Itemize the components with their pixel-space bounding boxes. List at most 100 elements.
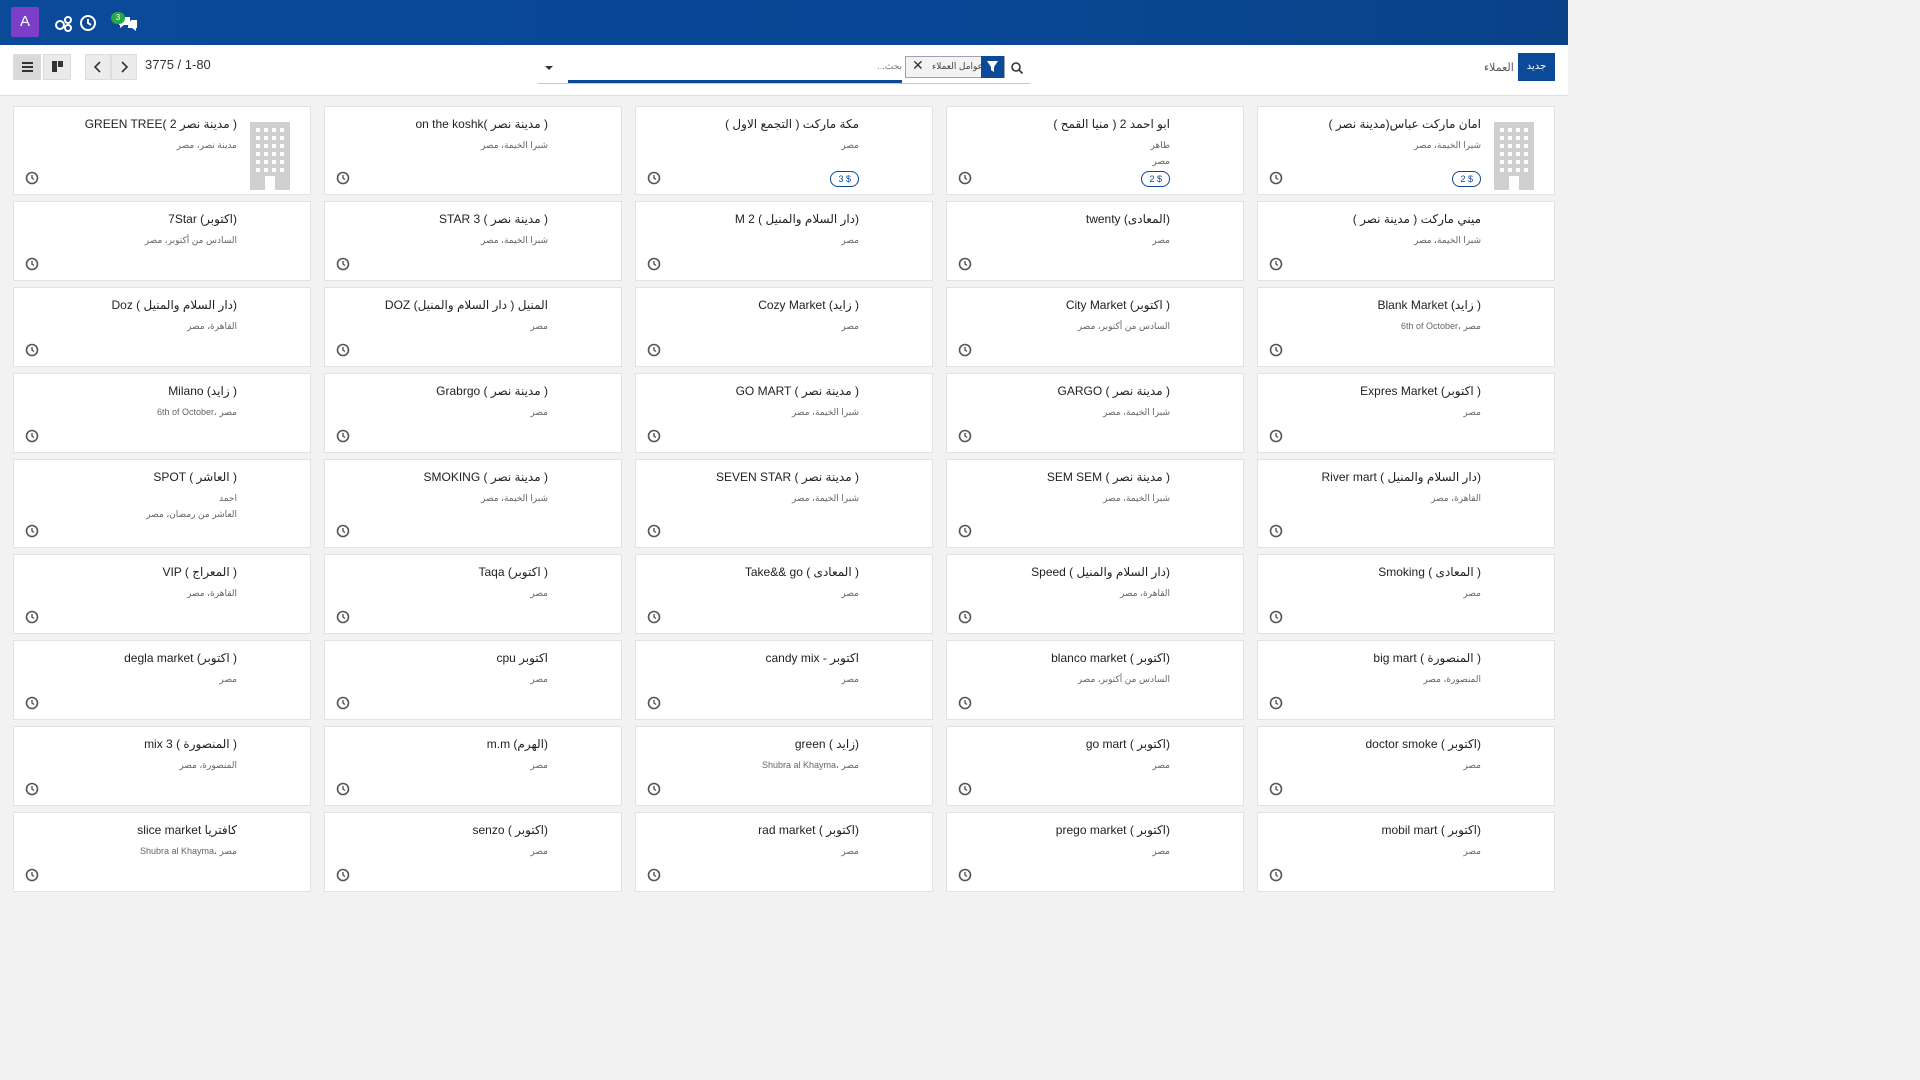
- customer-name[interactable]: mobil mart ( اكتوبر): [1381, 823, 1481, 837]
- kanban-card[interactable]: GO MART ( مدينة نصر ) شبرا الخيمة، مصر: [635, 373, 933, 453]
- activity-clock-icon[interactable]: [958, 429, 972, 443]
- customer-name[interactable]: candy mix - اكتوبر: [765, 651, 859, 665]
- activity-clock-icon[interactable]: [1269, 429, 1283, 443]
- customer-name[interactable]: twenty (المعادى): [1086, 212, 1170, 226]
- customer-name[interactable]: go mart ( اكتوبر): [1086, 737, 1170, 751]
- activity-clock-icon[interactable]: [1269, 868, 1283, 882]
- customer-name[interactable]: STAR 3 ( مدينة نصر ): [439, 212, 548, 226]
- activity-clock-icon[interactable]: [958, 257, 972, 271]
- activity-clock-icon[interactable]: [647, 343, 661, 357]
- kanban-card[interactable]: GARGO ( مدينة نصر ) شبرا الخيمة، مصر: [946, 373, 1244, 453]
- clock-icon[interactable]: [77, 12, 99, 34]
- kanban-card[interactable]: doctor smoke ( اكتوبر) مصر: [1257, 726, 1555, 806]
- customer-name[interactable]: DOZ المنيل ( دار السلام والمنيل): [385, 298, 548, 312]
- activity-clock-icon[interactable]: [958, 171, 972, 185]
- activity-clock-icon[interactable]: [25, 610, 39, 624]
- customer-name[interactable]: Milano (زايد ): [168, 384, 237, 398]
- kanban-card[interactable]: green ( زايد) Shubra al Khayma، مصر: [635, 726, 933, 806]
- caret-down-icon[interactable]: [543, 63, 555, 73]
- customer-name[interactable]: blanco market ( اكتوبر): [1051, 651, 1170, 665]
- activity-clock-icon[interactable]: [336, 257, 350, 271]
- kanban-card[interactable]: on the koshk( مدينة نصر ) شبرا الخيمة، مص…: [324, 106, 622, 195]
- activity-clock-icon[interactable]: [647, 429, 661, 443]
- activity-clock-icon[interactable]: [958, 782, 972, 796]
- activity-clock-icon[interactable]: [958, 343, 972, 357]
- previous-page-button[interactable]: [85, 54, 111, 80]
- activity-clock-icon[interactable]: [336, 171, 350, 185]
- kanban-card[interactable]: SMOKING ( مدينة نصر ) شبرا الخيمة، مصر: [324, 459, 622, 548]
- kanban-card[interactable]: Milano (زايد ) 6th of October، مصر: [13, 373, 311, 453]
- customer-name[interactable]: M 2 ( دار السلام والمنيل): [735, 212, 859, 226]
- activity-clock-icon[interactable]: [1269, 696, 1283, 710]
- activity-clock-icon[interactable]: [647, 524, 661, 538]
- kanban-card[interactable]: SPOT ( العاشر ) احمد العاشر من رمضان، مصر: [13, 459, 311, 548]
- customer-name[interactable]: SEVEN STAR ( مدينة نصر ): [716, 470, 859, 484]
- kanban-card[interactable]: River mart ( دار السلام والمنيل) القاهرة،…: [1257, 459, 1555, 548]
- kanban-view-button[interactable]: [43, 54, 71, 80]
- customer-name[interactable]: doctor smoke ( اكتوبر): [1365, 737, 1481, 751]
- kanban-card[interactable]: blanco market ( اكتوبر) السادس من أكتوبر،…: [946, 640, 1244, 720]
- kanban-card[interactable]: Doz ( دار السلام والمنيل) القاهرة، مصر: [13, 287, 311, 367]
- kanban-card[interactable]: candy mix - اكتوبر مصر: [635, 640, 933, 720]
- activity-clock-icon[interactable]: [958, 868, 972, 882]
- customer-name[interactable]: prego market ( اكتوبر): [1056, 823, 1170, 837]
- kanban-card[interactable]: DOZ المنيل ( دار السلام والمنيل) مصر: [324, 287, 622, 367]
- customer-name[interactable]: SMOKING ( مدينة نصر ): [423, 470, 548, 484]
- kanban-card[interactable]: go mart ( اكتوبر) مصر: [946, 726, 1244, 806]
- kanban-card[interactable]: GREEN TREE( 2 مدينة نصر ) مدينة نصر، مصر: [13, 106, 311, 195]
- kanban-card[interactable]: m.m (الهرم) مصر: [324, 726, 622, 806]
- customer-name[interactable]: مكة ماركت ( التجمع الاول ): [725, 117, 859, 131]
- activity-clock-icon[interactable]: [336, 524, 350, 538]
- customer-name[interactable]: City Market (اكتوبر ): [1066, 298, 1170, 312]
- activity-clock-icon[interactable]: [25, 343, 39, 357]
- activity-clock-icon[interactable]: [25, 429, 39, 443]
- customer-name[interactable]: SEM SEM ( مدينة نصر ): [1047, 470, 1170, 484]
- activity-clock-icon[interactable]: [1269, 171, 1283, 185]
- kanban-card[interactable]: Grabrgo ( مدينة نصر ) مصر: [324, 373, 622, 453]
- new-button[interactable]: جديد: [1518, 53, 1555, 81]
- activity-clock-icon[interactable]: [958, 524, 972, 538]
- customer-name[interactable]: VIP ( المعراج ): [162, 565, 237, 579]
- activity-clock-icon[interactable]: [647, 257, 661, 271]
- activity-clock-icon[interactable]: [647, 610, 661, 624]
- activity-clock-icon[interactable]: [336, 610, 350, 624]
- customer-name[interactable]: Doz ( دار السلام والمنيل): [112, 298, 238, 312]
- kanban-card[interactable]: SEM SEM ( مدينة نصر ) شبرا الخيمة، مصر: [946, 459, 1244, 548]
- kanban-card[interactable]: degla market (اكتوبر ) مصر: [13, 640, 311, 720]
- activity-clock-icon[interactable]: [1269, 782, 1283, 796]
- activity-clock-icon[interactable]: [647, 868, 661, 882]
- activity-clock-icon[interactable]: [1269, 343, 1283, 357]
- customer-name[interactable]: SPOT ( العاشر ): [153, 470, 237, 484]
- activity-clock-icon[interactable]: [1269, 257, 1283, 271]
- customer-name[interactable]: ابو احمد 2 ( منيا القمح ): [1053, 117, 1170, 131]
- kanban-card[interactable]: مكة ماركت ( التجمع الاول ) مصر 3 $: [635, 106, 933, 195]
- activity-clock-icon[interactable]: [1269, 610, 1283, 624]
- kanban-card[interactable]: VIP ( المعراج ) القاهرة، مصر: [13, 554, 311, 634]
- kanban-card[interactable]: mobil mart ( اكتوبر) مصر: [1257, 812, 1555, 892]
- activity-clock-icon[interactable]: [647, 696, 661, 710]
- activity-clock-icon[interactable]: [647, 782, 661, 796]
- kanban-card[interactable]: SEVEN STAR ( مدينة نصر ) شبرا الخيمة، مصر: [635, 459, 933, 548]
- activity-clock-icon[interactable]: [647, 171, 661, 185]
- customer-name[interactable]: cpu اكتوبر: [496, 651, 548, 665]
- customer-name[interactable]: degla market (اكتوبر ): [124, 651, 237, 665]
- activity-clock-icon[interactable]: [336, 429, 350, 443]
- customer-name[interactable]: Cozy Market (زايد ): [758, 298, 859, 312]
- kanban-card[interactable]: M 2 ( دار السلام والمنيل) مصر: [635, 201, 933, 281]
- activity-clock-icon[interactable]: [25, 257, 39, 271]
- activity-clock-icon[interactable]: [25, 868, 39, 882]
- activity-clock-icon[interactable]: [25, 782, 39, 796]
- kanban-card[interactable]: Expres Market (اكتوبر ) مصر: [1257, 373, 1555, 453]
- customer-name[interactable]: Grabrgo ( مدينة نصر ): [436, 384, 548, 398]
- customer-name[interactable]: امان ماركت عباس(مدينة نصر ): [1328, 117, 1481, 131]
- kanban-card[interactable]: Take&& go ( المعادى ) مصر: [635, 554, 933, 634]
- list-view-button[interactable]: [13, 54, 41, 80]
- kanban-card[interactable]: rad market ( اكتوبر) مصر: [635, 812, 933, 892]
- next-page-button[interactable]: [111, 54, 137, 80]
- customer-name[interactable]: m.m (الهرم): [487, 737, 548, 751]
- customer-name[interactable]: on the koshk( مدينة نصر ): [415, 117, 548, 131]
- kanban-card[interactable]: 7Star (اكتوبر) السادس من أكتوبر، مصر: [13, 201, 311, 281]
- users-cog-icon[interactable]: [53, 12, 75, 34]
- activity-clock-icon[interactable]: [25, 524, 39, 538]
- customer-name[interactable]: GREEN TREE( 2 مدينة نصر ): [85, 117, 237, 131]
